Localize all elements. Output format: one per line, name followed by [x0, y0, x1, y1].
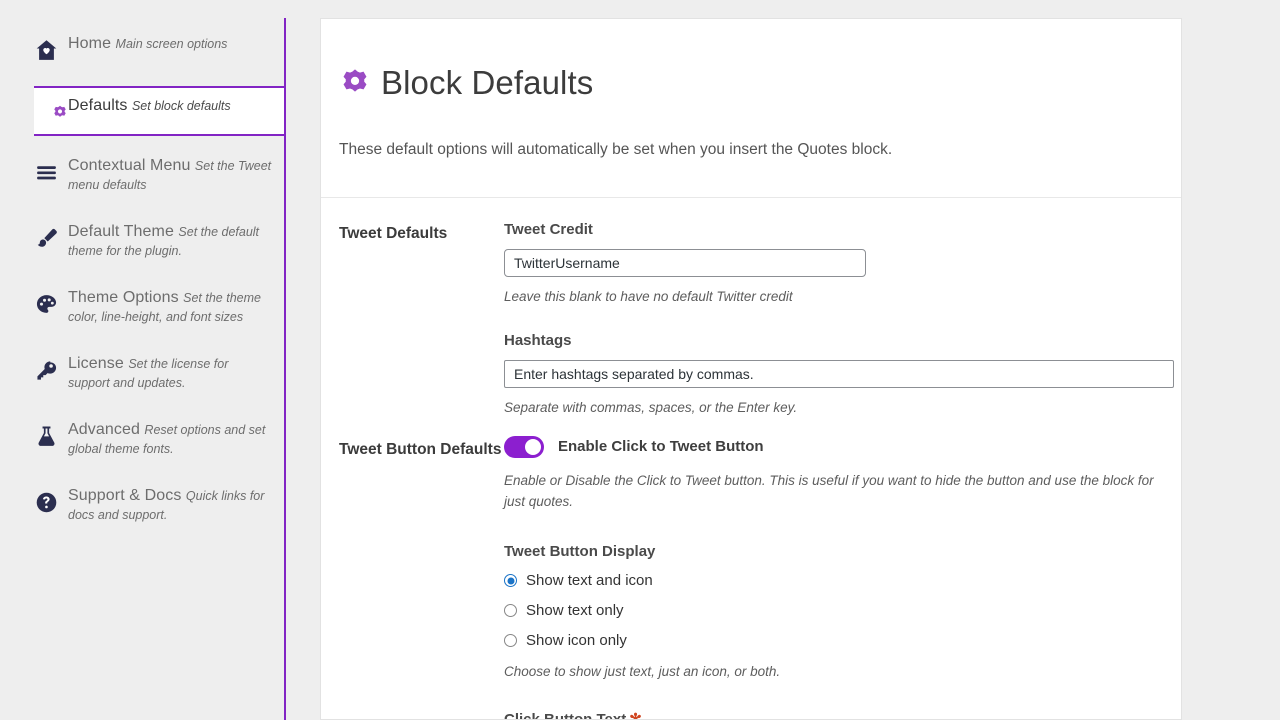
radio-show-text-and-icon[interactable]: Show text and icon — [504, 571, 1163, 591]
radio-label: Show text only — [526, 601, 624, 619]
page-title: Block Defaults — [381, 64, 594, 102]
radio-indicator[interactable] — [504, 634, 517, 648]
enable-click-to-tweet-toggle[interactable] — [504, 435, 544, 458]
panel-body: Tweet Defaults Tweet Credit Leave this b… — [321, 198, 1181, 720]
field-tweet-credit: Tweet Credit Leave this blank to have no… — [504, 220, 1163, 307]
sidebar-divider — [284, 18, 286, 720]
settings-panel: Block Defaults These default options wil… — [320, 18, 1182, 720]
sidebar-item-label: Support & Docs — [68, 487, 182, 504]
paintbrush-icon — [34, 222, 68, 252]
sidebar-item-theme-options[interactable]: Theme Options Set the theme color, line-… — [34, 280, 286, 334]
radio-label: Show text and icon — [526, 571, 653, 589]
enable-click-to-tweet-help: Enable or Disable the Click to Tweet but… — [504, 472, 1154, 509]
sidebar-item-advanced[interactable]: Advanced Reset options and set global th… — [34, 412, 286, 466]
hashtags-input[interactable] — [504, 359, 1174, 388]
key-icon — [34, 354, 68, 384]
sidebar-item-label: Theme Options — [68, 289, 179, 306]
section-title: Tweet Defaults — [339, 224, 448, 242]
tweet-credit-label: Tweet Credit — [504, 220, 593, 238]
panel-header: Block Defaults These default options wil… — [321, 19, 1181, 198]
field-hashtags: Hashtags Separate with commas, spaces, o… — [504, 331, 1174, 418]
hamburger-menu-icon — [34, 156, 68, 186]
section-tweet-defaults: Tweet Defaults Tweet Credit Leave this b… — [321, 198, 1181, 418]
click-button-text-label-text: Click Button Text — [504, 710, 627, 720]
page-subtitle: These default options will automatically… — [339, 141, 893, 159]
required-asterisk-icon: ✻ — [629, 710, 642, 720]
sidebar-item-home[interactable]: Home Main screen options — [34, 26, 286, 72]
field-click-button-text: Click Button Text ✻ — [504, 710, 1163, 720]
sidebar-nav: Home Main screen options Defaults Set bl… — [0, 0, 286, 720]
radio-indicator[interactable] — [504, 574, 517, 588]
click-button-text-label: Click Button Text ✻ — [504, 710, 1163, 720]
tweet-button-display-label: Tweet Button Display — [504, 542, 656, 560]
sidebar-item-contextual-menu[interactable]: Contextual Menu Set the Tweet menu defau… — [34, 148, 286, 202]
palette-icon — [34, 288, 68, 318]
radio-show-text-only[interactable]: Show text only — [504, 601, 1163, 621]
sidebar-item-label: Home — [68, 35, 112, 52]
gear-icon — [339, 67, 371, 99]
field-tweet-button-display: Tweet Button Display Show text and icon … — [504, 542, 1163, 682]
section-title: Tweet Button Defaults — [339, 440, 502, 458]
sidebar-item-label: Contextual Menu — [68, 157, 191, 174]
sidebar-item-label: Default Theme — [68, 223, 174, 240]
question-circle-icon — [34, 486, 68, 516]
toggle-knob — [525, 438, 541, 455]
radio-show-icon-only[interactable]: Show icon only — [504, 631, 1163, 651]
hashtags-help: Separate with commas, spaces, or the Ent… — [504, 399, 798, 415]
sidebar-item-default-theme[interactable]: Default Theme Set the default theme for … — [34, 214, 286, 268]
sidebar-item-license[interactable]: License Set the license for support and … — [34, 346, 286, 400]
radio-indicator[interactable] — [504, 604, 517, 618]
enable-click-to-tweet-label: Enable Click to Tweet Button — [558, 437, 764, 455]
sidebar-item-defaults[interactable]: Defaults Set block defaults — [34, 86, 286, 136]
radio-label: Show icon only — [526, 631, 627, 649]
sidebar-item-label: License — [68, 355, 124, 372]
hashtags-label: Hashtags — [504, 331, 572, 349]
sidebar-item-label: Advanced — [68, 421, 140, 438]
section-tweet-button-defaults: Tweet Button Defaults Enable Click to Tw… — [321, 418, 1181, 720]
tweet-button-display-help: Choose to show just text, just an icon, … — [504, 663, 781, 679]
tweet-credit-help: Leave this blank to have no default Twit… — [504, 288, 793, 304]
sidebar-item-label: Defaults — [68, 97, 128, 114]
flask-icon — [34, 420, 68, 450]
sidebar-item-description: Main screen options — [115, 37, 228, 51]
home-heart-icon — [34, 34, 68, 64]
sidebar-item-support-docs[interactable]: Support & Docs Quick links for docs and … — [34, 478, 286, 532]
settings-page: Home Main screen options Defaults Set bl… — [0, 0, 1280, 720]
sidebar-item-description: Set block defaults — [131, 99, 231, 113]
tweet-credit-input[interactable] — [504, 248, 866, 277]
field-enable-click-to-tweet: Enable Click to Tweet Button Enable or D… — [504, 435, 1163, 512]
gear-icon — [34, 96, 68, 126]
